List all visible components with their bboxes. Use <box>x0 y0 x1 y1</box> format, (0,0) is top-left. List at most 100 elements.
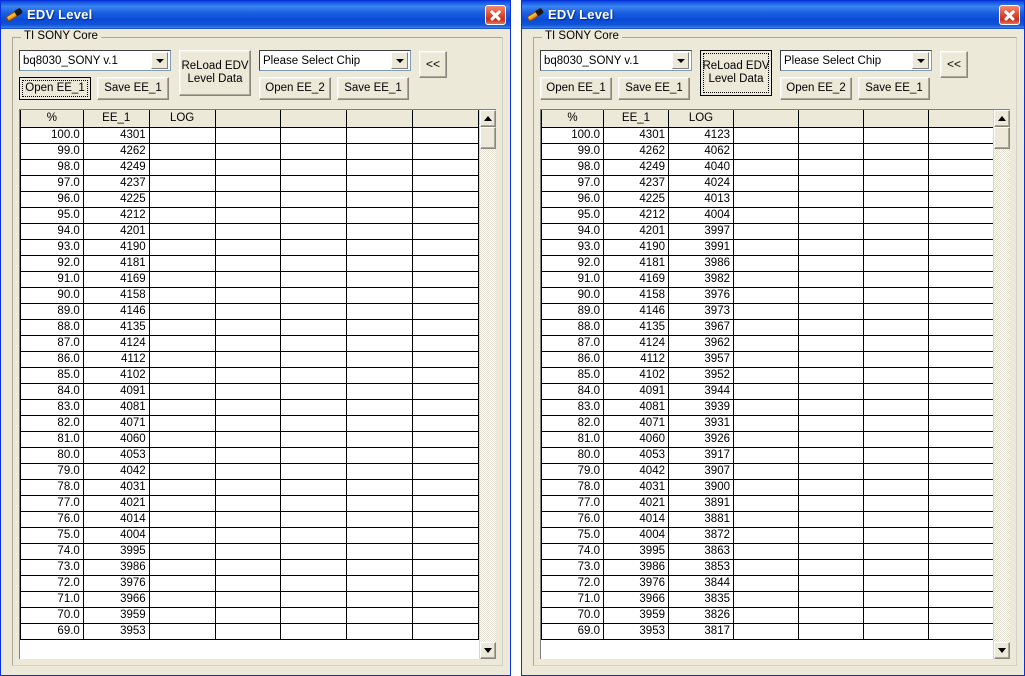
table-cell[interactable] <box>733 575 799 592</box>
table-cell[interactable] <box>733 623 799 640</box>
table-cell[interactable] <box>798 447 864 464</box>
table-cell[interactable]: 73.0 <box>541 559 604 576</box>
table-cell[interactable]: 92.0 <box>541 255 604 272</box>
table-row[interactable]: 81.0 4060 <box>20 431 479 448</box>
table-cell[interactable] <box>412 287 479 304</box>
table-row[interactable]: 80.0 4053 <box>20 447 479 464</box>
table-cell[interactable] <box>733 207 799 224</box>
table-cell[interactable] <box>346 159 414 176</box>
table-cell[interactable] <box>798 175 864 192</box>
table-cell[interactable]: 77.0 <box>20 495 84 512</box>
table-cell[interactable]: 3976 <box>668 287 734 304</box>
table-cell[interactable]: 4102 <box>83 367 150 384</box>
table-cell[interactable] <box>798 383 864 400</box>
table-cell[interactable] <box>215 335 282 352</box>
table-cell[interactable]: 4201 <box>83 223 150 240</box>
table-cell[interactable]: 4042 <box>603 463 669 480</box>
table-cell[interactable] <box>280 511 348 528</box>
table-cell[interactable]: 4053 <box>603 447 669 464</box>
column-header[interactable]: LOG <box>668 110 734 128</box>
table-cell[interactable]: 3973 <box>668 303 734 320</box>
save-ee-1-button[interactable]: Save EE_1 <box>618 77 690 100</box>
table-cell[interactable] <box>346 223 414 240</box>
table-cell[interactable]: 87.0 <box>20 335 84 352</box>
table-cell[interactable] <box>149 431 216 448</box>
table-cell[interactable] <box>928 495 993 512</box>
table-cell[interactable] <box>863 415 929 432</box>
table-cell[interactable] <box>733 335 799 352</box>
table-cell[interactable] <box>280 495 348 512</box>
table-cell[interactable]: 3962 <box>668 335 734 352</box>
table-cell[interactable]: 74.0 <box>20 543 84 560</box>
table-cell[interactable] <box>149 207 216 224</box>
table-cell[interactable] <box>280 607 348 624</box>
table-cell[interactable] <box>280 223 348 240</box>
table-cell[interactable] <box>149 255 216 272</box>
table-cell[interactable]: 93.0 <box>20 239 84 256</box>
table-cell[interactable] <box>149 191 216 208</box>
table-row[interactable]: 75.0 4004 3872 <box>541 527 993 544</box>
window-edv-level-right[interactable]: EDV Level TI SONY Core bq8030_SONY v.1 O… <box>521 0 1025 676</box>
table-cell[interactable]: 4190 <box>603 239 669 256</box>
table-cell[interactable]: 90.0 <box>541 287 604 304</box>
table-cell[interactable]: 71.0 <box>20 591 84 608</box>
table-cell[interactable]: 4158 <box>603 287 669 304</box>
table-row[interactable]: 87.0 4124 3962 <box>541 335 993 352</box>
table-cell[interactable]: 3953 <box>603 623 669 640</box>
table-cell[interactable] <box>412 383 479 400</box>
table-cell[interactable] <box>798 319 864 336</box>
table-cell[interactable] <box>149 351 216 368</box>
table-cell[interactable] <box>346 367 414 384</box>
table-cell[interactable] <box>863 159 929 176</box>
table-cell[interactable]: 4021 <box>603 495 669 512</box>
table-row[interactable]: 100.0 4301 <box>20 127 479 144</box>
table-row[interactable]: 72.0 3976 <box>20 575 479 592</box>
table-cell[interactable] <box>215 511 282 528</box>
table-cell[interactable]: 70.0 <box>541 607 604 624</box>
table-cell[interactable] <box>863 191 929 208</box>
table-cell[interactable] <box>798 495 864 512</box>
table-cell[interactable] <box>733 271 799 288</box>
table-cell[interactable]: 96.0 <box>541 191 604 208</box>
table-cell[interactable]: 4146 <box>83 303 150 320</box>
table-row[interactable]: 92.0 4181 3986 <box>541 255 993 272</box>
table-cell[interactable] <box>928 575 993 592</box>
table-row[interactable]: 76.0 4014 3881 <box>541 511 993 528</box>
table-row[interactable]: 82.0 4071 3931 <box>541 415 993 432</box>
table-row[interactable]: 83.0 4081 3939 <box>541 399 993 416</box>
table-row[interactable]: 99.0 4262 4062 <box>541 143 993 160</box>
table-cell[interactable] <box>733 463 799 480</box>
table-row[interactable]: 71.0 3966 <box>20 591 479 608</box>
table-cell[interactable]: 3881 <box>668 511 734 528</box>
table-cell[interactable]: 4158 <box>83 287 150 304</box>
column-header[interactable]: % <box>20 110 84 128</box>
table-cell[interactable] <box>733 159 799 176</box>
table-cell[interactable] <box>215 127 282 144</box>
table-cell[interactable] <box>280 447 348 464</box>
table-cell[interactable]: 4135 <box>603 319 669 336</box>
table-cell[interactable] <box>346 415 414 432</box>
data-grid-right[interactable]: % EE_1 LOG 100.0 4301 4123 99.0 4262 4062 98.0 42… <box>540 109 1010 659</box>
table-cell[interactable] <box>412 591 479 608</box>
table-cell[interactable] <box>346 623 414 640</box>
table-cell[interactable] <box>346 559 414 576</box>
table-cell[interactable] <box>863 143 929 160</box>
table-cell[interactable]: 69.0 <box>20 623 84 640</box>
titlebar-right[interactable]: EDV Level <box>522 1 1024 28</box>
table-cell[interactable]: 4123 <box>668 127 734 144</box>
table-row[interactable]: 78.0 4031 <box>20 479 479 496</box>
table-cell[interactable] <box>733 287 799 304</box>
table-cell[interactable] <box>346 527 414 544</box>
table-cell[interactable] <box>412 271 479 288</box>
table-row[interactable]: 85.0 4102 3952 <box>541 367 993 384</box>
table-cell[interactable] <box>863 351 929 368</box>
save-ee-1-button[interactable]: Save EE_1 <box>97 77 169 100</box>
table-cell[interactable]: 93.0 <box>541 239 604 256</box>
close-icon[interactable] <box>999 4 1020 25</box>
table-cell[interactable]: 94.0 <box>20 223 84 240</box>
table-cell[interactable] <box>346 511 414 528</box>
table-cell[interactable] <box>798 415 864 432</box>
table-cell[interactable] <box>149 415 216 432</box>
table-cell[interactable]: 77.0 <box>541 495 604 512</box>
table-cell[interactable] <box>798 527 864 544</box>
